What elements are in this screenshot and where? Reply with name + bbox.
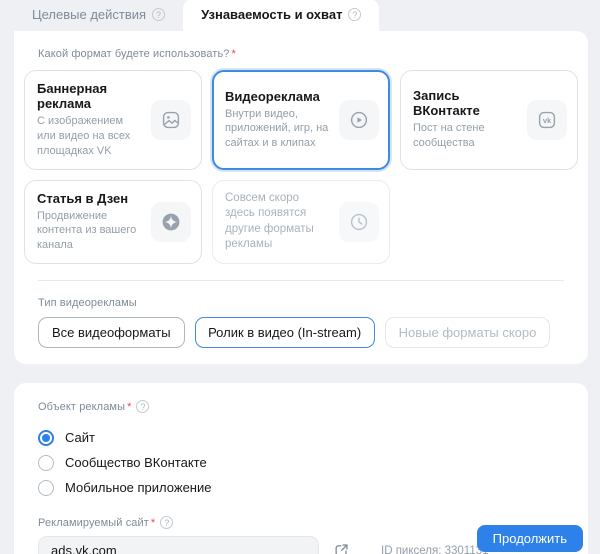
tab-label: Узнаваемость и охват [201,7,342,22]
ad-object-label: Объект рекламы* [38,400,578,413]
tab-label: Целевые действия [32,7,146,22]
format-card-description: С изображением или видео на всех площадк… [37,114,143,159]
radio-label: Сообщество ВКонтакте [65,455,207,470]
format-cards-grid: Баннерная реклама С изображением или вид… [24,70,578,264]
format-card-text: Запись ВКонтакте Пост на стене сообществ… [413,88,519,151]
radio-vk-community[interactable]: Сообщество ВКонтакте [38,450,578,475]
help-icon[interactable] [160,516,173,529]
format-card-text: Баннерная реклама С изображением или вид… [37,81,143,159]
chip-new-formats-soon: Новые форматы скоро [385,317,551,348]
format-card-text: Совсем скоро здесь появятся другие форма… [225,191,331,253]
tab-target-actions[interactable]: Целевые действия [14,0,183,31]
radio-dot [38,430,54,446]
tab-awareness-reach[interactable]: Узнаваемость и охват [183,0,379,31]
help-icon[interactable] [152,8,165,21]
radio-label: Сайт [65,430,95,445]
help-icon[interactable] [136,400,149,413]
radio-dot [38,455,54,471]
format-card-title: Статья в Дзен [37,191,143,206]
format-card-banner[interactable]: Баннерная реклама С изображением или вид… [24,70,202,170]
format-question-label: Какой формат будете использовать?* [38,48,578,60]
site-url-input[interactable] [38,536,319,554]
format-card-video[interactable]: Видеореклама Внутри видео, приложений, и… [212,70,390,170]
tab-bar: Целевые действия Узнаваемость и охват [0,0,600,31]
play-icon [339,100,379,140]
format-card-text: Статья в Дзен Продвижение контента из ва… [37,191,143,254]
external-link-icon[interactable] [333,542,350,554]
dzen-icon [151,202,191,242]
video-type-chips: Все видеоформаты Ролик в видео (In-strea… [38,317,578,348]
ad-object-radios: Сайт Сообщество ВКонтакте Мобильное прил… [38,425,578,500]
format-card-title: Видеореклама [225,89,331,104]
format-card-description: Совсем скоро здесь появятся другие форма… [225,191,331,253]
chip-all-video-formats[interactable]: Все видеоформаты [38,317,185,348]
format-panel: Какой формат будете использовать?* Банне… [14,31,588,364]
format-card-text: Видеореклама Внутри видео, приложений, и… [225,89,331,152]
help-icon[interactable] [348,8,361,21]
format-card-vk-post[interactable]: Запись ВКонтакте Пост на стене сообществ… [400,70,578,170]
continue-button[interactable]: Продолжить [477,525,583,552]
format-card-dzen[interactable]: Статья в Дзен Продвижение контента из ва… [24,180,202,265]
chip-instream[interactable]: Ролик в видео (In-stream) [195,317,375,348]
format-card-coming-soon: Совсем скоро здесь появятся другие форма… [212,180,390,265]
image-icon [151,100,191,140]
format-card-description: Пост на стене сообщества [413,121,519,151]
format-card-description: Продвижение контента из вашего канала [37,209,143,254]
format-card-title: Баннерная реклама [37,81,143,111]
vk-icon: vk [527,100,567,140]
radio-label: Мобильное приложение [65,480,211,495]
pixel-id-text: ID пикселя: 3301131 [381,545,489,554]
section-divider [38,280,564,281]
radio-dot [38,480,54,496]
svg-text:vk: vk [543,116,552,125]
video-type-label: Тип видеорекламы [38,297,578,309]
format-card-description: Внутри видео, приложений, игр, на сайтах… [225,107,331,152]
radio-site[interactable]: Сайт [38,425,578,450]
clock-icon [339,202,379,242]
format-card-title: Запись ВКонтакте [413,88,519,118]
radio-mobile-app[interactable]: Мобильное приложение [38,475,578,500]
